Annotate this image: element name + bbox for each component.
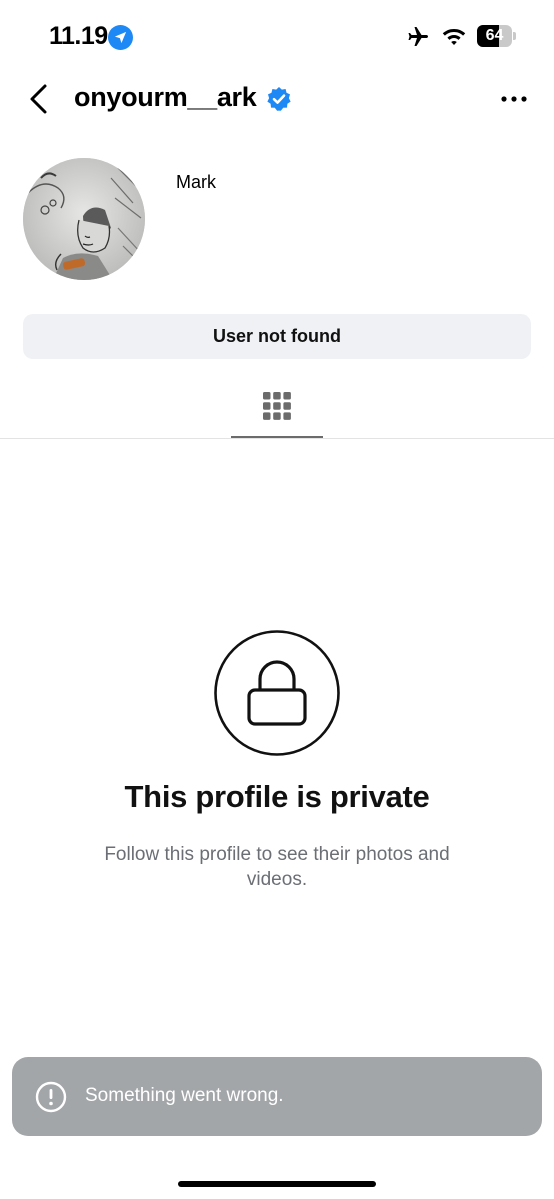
airplane-icon (405, 25, 431, 54)
profile-username: onyourm__ark (74, 82, 257, 112)
home-indicator[interactable] (178, 1181, 376, 1187)
exclamation-circle-icon (35, 1081, 67, 1118)
back-chevron-icon (30, 84, 47, 114)
avatar-sketch-image (23, 158, 145, 280)
status-time: 11.19 (49, 22, 108, 50)
verified-badge-icon (266, 86, 292, 117)
lock-icon (213, 629, 341, 762)
profile-display-name: Mark (176, 172, 216, 192)
profile-avatar[interactable] (23, 158, 145, 280)
location-arrow-icon (108, 25, 133, 50)
toast-message: Something went wrong. (85, 1085, 284, 1106)
tab-grid[interactable] (231, 386, 323, 438)
more-options-button[interactable] (500, 88, 528, 110)
private-profile-subtitle: Follow this profile to see their photos … (104, 844, 450, 890)
battery-level: 64 (485, 27, 504, 44)
wifi-icon (441, 25, 467, 52)
tab-divider (0, 438, 554, 439)
more-options-icon (501, 96, 527, 102)
battery-icon: 64 (477, 25, 517, 47)
grid-icon (263, 392, 291, 420)
user-not-found-button[interactable]: User not found (23, 314, 531, 359)
private-profile-title: This profile is private (124, 779, 430, 814)
back-button[interactable] (24, 82, 58, 116)
